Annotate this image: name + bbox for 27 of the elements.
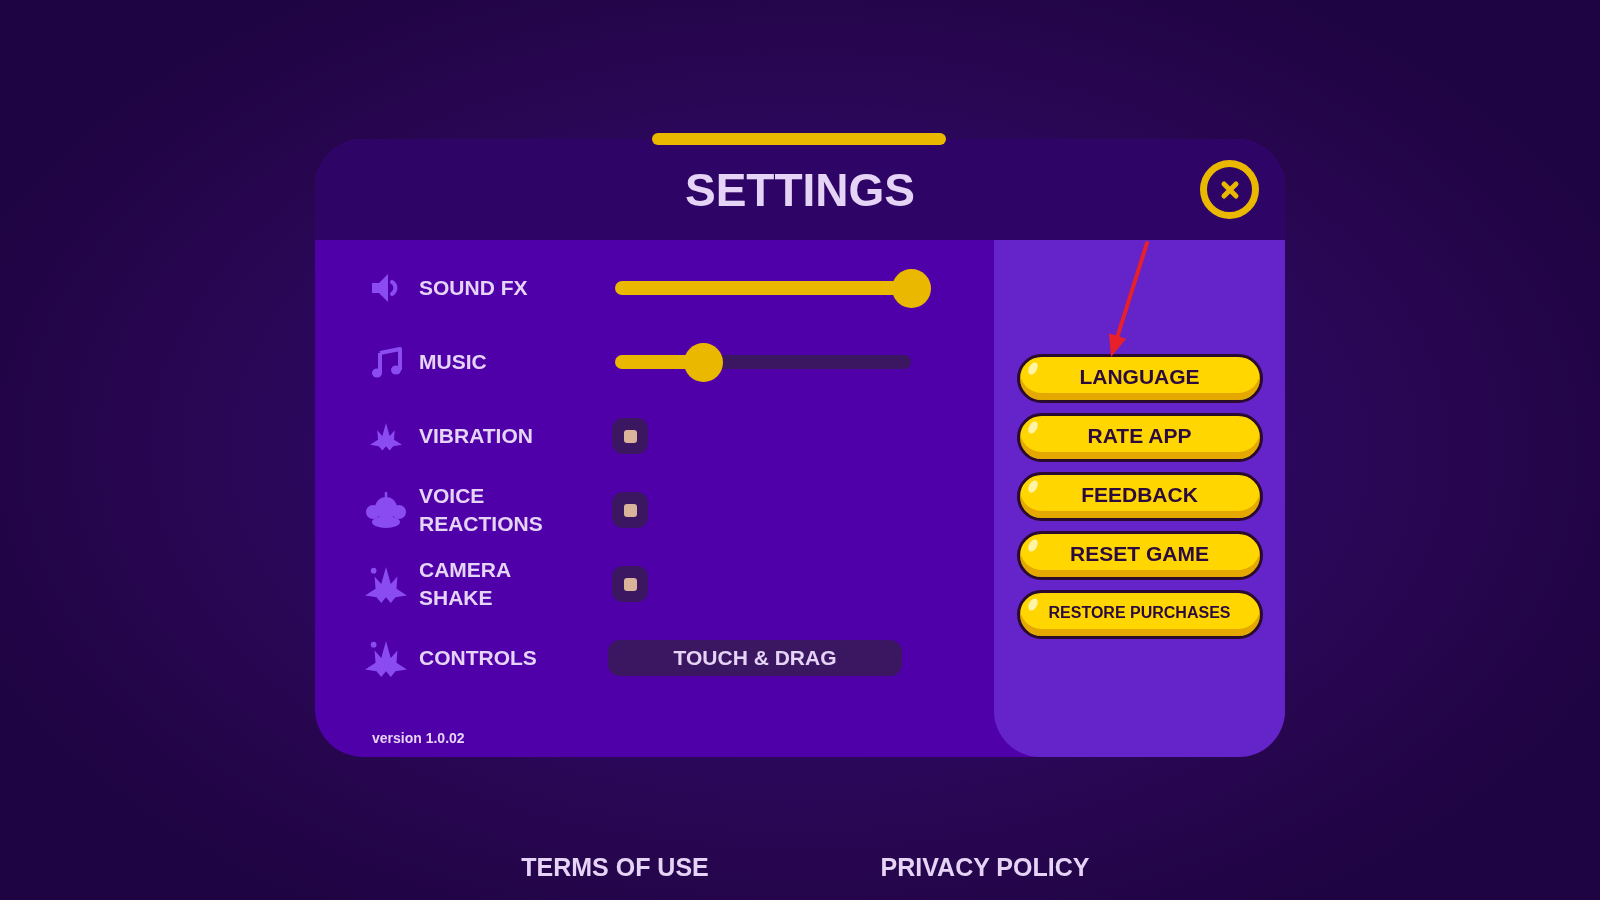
checkbox[interactable] [612, 492, 648, 528]
setting-label: VOICE REACTIONS [419, 483, 544, 537]
checkbox[interactable] [612, 418, 648, 454]
menu-button[interactable]: FEEDBACK [1016, 472, 1263, 521]
setting-label: CONTROLS [419, 645, 538, 671]
menu-button[interactable]: LANGUAGE [1016, 354, 1263, 403]
setting-label: VIBRATION [419, 423, 534, 449]
version-text: version 1.0.02 [372, 730, 465, 746]
setting-label: SOUND FX [419, 275, 529, 301]
close-button[interactable] [1200, 160, 1259, 219]
footer-link[interactable]: TERMS OF USE [521, 852, 709, 882]
menu-button[interactable]: RESET GAME [1016, 531, 1263, 580]
slider-thumb[interactable] [684, 342, 724, 382]
menu-button[interactable]: RESTORE PURCHASES [1016, 590, 1263, 639]
bubble-cluster-icon [364, 492, 408, 528]
splash-icon [364, 565, 408, 603]
controls-select[interactable]: TOUCH & DRAG [608, 640, 902, 676]
setting-label: MUSIC [419, 349, 488, 375]
close-icon [1219, 179, 1240, 200]
dialog-title: SETTINGS [685, 166, 915, 213]
splash-icon [364, 639, 408, 677]
music-note-icon [370, 346, 402, 378]
setting-label: CAMERA SHAKE [419, 557, 512, 611]
menu-button[interactable]: RATE APP [1016, 413, 1263, 462]
checkbox[interactable] [612, 566, 648, 602]
slider-thumb[interactable] [891, 268, 931, 308]
footer-link[interactable]: PRIVACY POLICY [880, 852, 1090, 882]
